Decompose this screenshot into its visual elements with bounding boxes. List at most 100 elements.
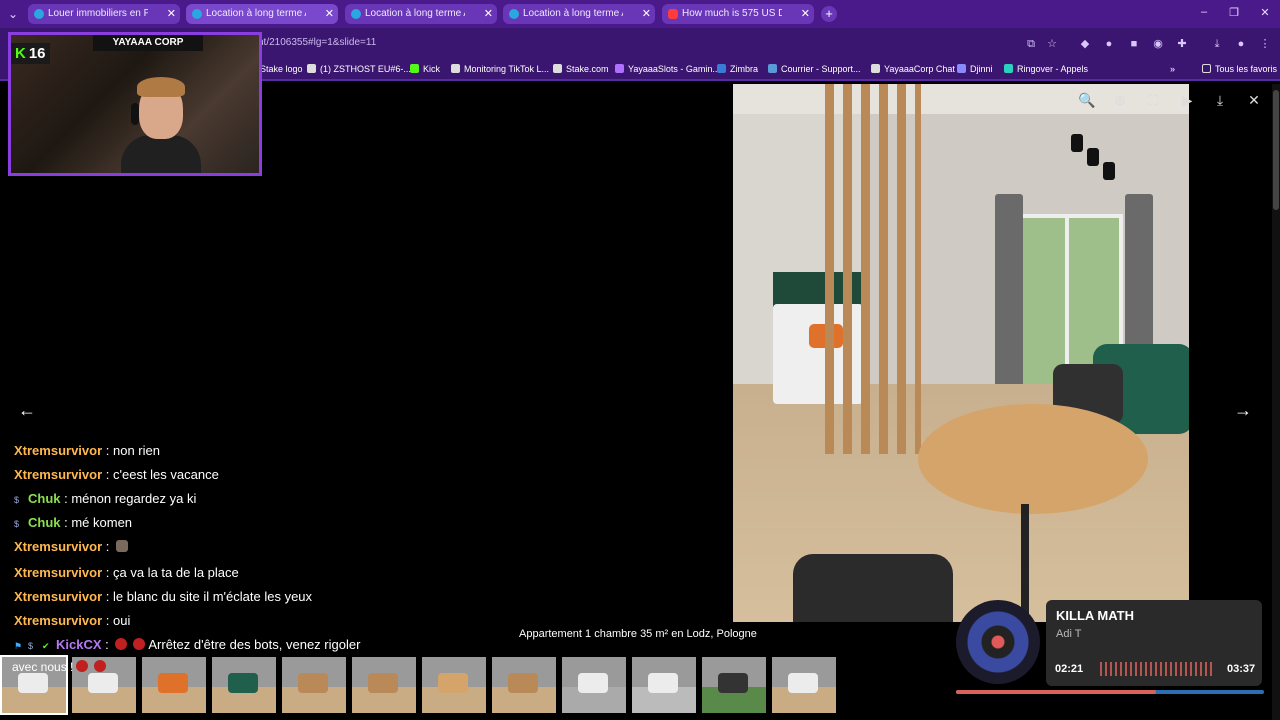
site-icon	[1004, 64, 1013, 73]
chat-message: Xtremsurvivor :	[14, 539, 131, 554]
tab-4[interactable]: Location à long terme Apparte ✕	[503, 4, 655, 24]
folder-icon	[1202, 64, 1211, 73]
bookmark-item[interactable]: Stake logo	[260, 64, 303, 74]
bookmark-item[interactable]: YayaaaSlots - Gamin...	[615, 64, 720, 74]
close-icon[interactable]: ✕	[642, 4, 651, 24]
bookmark-item[interactable]: (1) ZSTHOST EU#6-...	[307, 64, 411, 74]
profile-avatar-icon[interactable]: ●	[1234, 37, 1248, 51]
chat-text: c'eest les vacance	[113, 467, 219, 482]
browser-tabstrip: ⌄ Louer immobiliers en Pologne à ✕ Locati…	[0, 0, 1280, 28]
zoom-out-icon[interactable]: 🔍	[1077, 92, 1097, 109]
next-arrow-icon[interactable]: →	[1232, 400, 1254, 421]
track-artist: Adi T	[1056, 628, 1082, 640]
streamer	[121, 75, 201, 173]
zimbra-icon	[717, 64, 726, 73]
emote-icon	[133, 638, 146, 650]
extension-icon[interactable]: ●	[1102, 37, 1116, 51]
tab-3[interactable]: Location à long terme Apparte ✕	[345, 4, 497, 24]
window-close-icon[interactable]: ✕	[1257, 6, 1273, 19]
thumbnail[interactable]	[352, 657, 416, 713]
stake-icon	[553, 64, 562, 73]
site-icon	[192, 9, 202, 19]
bookmark-label: Ringover - Appels	[1017, 64, 1089, 74]
tab-1[interactable]: Louer immobiliers en Pologne à ✕	[28, 4, 180, 24]
kick-icon	[410, 64, 419, 73]
bookmark-item[interactable]: Djinni	[957, 64, 993, 74]
bookmark-star-icon[interactable]: ☆	[1045, 37, 1059, 51]
bookmark-item[interactable]: Zimbra	[717, 64, 758, 74]
track-progress-fill	[956, 690, 1157, 694]
bookmark-item[interactable]: Kick	[410, 64, 440, 74]
close-icon[interactable]: ✕	[167, 4, 176, 24]
close-icon[interactable]: ✕	[801, 4, 810, 24]
subscriber-badge-icon: $	[14, 495, 20, 505]
site-icon	[351, 9, 361, 19]
new-tab-button[interactable]: +	[821, 6, 837, 22]
photo-caption: Appartement 1 chambre 35 m² en Lodz, Pol…	[519, 628, 757, 640]
thumbnail[interactable]	[772, 657, 836, 713]
subscriber-badge-icon: $	[28, 641, 34, 651]
track-title: KILLA MATH	[1056, 608, 1134, 623]
play-icon[interactable]: ▶	[1177, 92, 1197, 109]
chat-username: Xtremsurvivor	[14, 613, 103, 628]
tab-5[interactable]: How much is 575 US Dollars (U ✕	[662, 4, 814, 24]
emote-icon	[116, 540, 128, 552]
thumbnail[interactable]	[632, 657, 696, 713]
close-icon[interactable]: ✕	[1244, 92, 1264, 109]
extension-icon[interactable]: ◆	[1078, 37, 1092, 51]
chat-message: Xtremsurvivor : c'eest les vacance	[14, 467, 219, 482]
wood-partition	[825, 84, 921, 454]
all-favorites-button[interactable]: Tous les favoris	[1202, 64, 1277, 74]
download-icon[interactable]: ⤓	[1210, 92, 1230, 109]
bookmark-label: Courrier - Support...	[781, 64, 861, 74]
zoom-in-icon[interactable]: ⊕	[1110, 92, 1130, 109]
bookmark-item[interactable]: Courrier - Support...	[768, 64, 861, 74]
site-icon	[615, 64, 624, 73]
bookmark-item[interactable]: Ringover - Appels	[1004, 64, 1088, 74]
close-icon[interactable]: ✕	[484, 4, 493, 24]
extension-icon[interactable]: ■	[1127, 37, 1141, 51]
extension-icon[interactable]: ◉	[1151, 37, 1165, 51]
youtube-icon	[668, 9, 678, 19]
bookmark-item[interactable]: YayaaaCorp Chat	[871, 64, 955, 74]
bookmark-label: YayaaaCorp Chat	[884, 64, 955, 74]
viewer-count-badge: K 16	[11, 43, 50, 64]
chat-text: mé komen	[71, 515, 133, 530]
fullscreen-icon[interactable]: ⛶	[1143, 92, 1163, 109]
restore-icon[interactable]: ❐	[1226, 6, 1242, 19]
more-bookmarks-button[interactable]: »	[1170, 64, 1175, 74]
chat-username: Xtremsurvivor	[14, 539, 103, 554]
bookmark-label: Stake.com	[566, 64, 609, 74]
minimize-icon[interactable]: –	[1196, 6, 1212, 18]
emote-icon	[76, 660, 89, 672]
thumbnail[interactable]	[702, 657, 766, 713]
thumbnail[interactable]	[282, 657, 346, 713]
thumbnail[interactable]	[422, 657, 486, 713]
chat-message-continuation: avec nous !	[12, 660, 109, 674]
menu-icon[interactable]: ⋮	[1258, 37, 1272, 51]
thumbnail[interactable]	[212, 657, 276, 713]
tab-search-icon[interactable]: ⌄	[4, 5, 22, 23]
tab-title: Location à long terme Apparte	[206, 8, 306, 19]
install-app-icon[interactable]: ⧉	[1024, 37, 1038, 51]
thumbnail[interactable]	[562, 657, 626, 713]
bookmark-item[interactable]: Monitoring TikTok L...	[451, 64, 549, 74]
chat-text: oui	[113, 613, 131, 628]
scrollbar-thumb[interactable]	[1273, 90, 1279, 210]
track-duration: 03:37	[1227, 663, 1256, 675]
chat-username: Chuk	[28, 491, 61, 506]
thumbnail[interactable]	[492, 657, 556, 713]
subscriber-badge-icon: $	[14, 519, 20, 529]
close-icon[interactable]: ✕	[325, 4, 334, 24]
chat-username: Xtremsurvivor	[14, 443, 103, 458]
tab-title: Location à long terme Apparte	[523, 8, 623, 19]
download-icon[interactable]: ⤓	[1210, 37, 1224, 51]
thumbnail[interactable]	[142, 657, 206, 713]
puzzle-icon[interactable]: ✚	[1175, 37, 1189, 51]
bookmark-label: YayaaaSlots - Gamin...	[628, 64, 720, 74]
bookmark-item[interactable]: Stake.com	[553, 64, 609, 74]
url-field[interactable]: nt/2106355#lg=1&slide=11	[258, 37, 376, 48]
previous-arrow-icon[interactable]: ←	[16, 400, 38, 421]
tab-2[interactable]: Location à long terme Apparte ✕	[186, 4, 338, 24]
webcam-overlay: K 16 YAYAAA CORP	[8, 32, 262, 176]
